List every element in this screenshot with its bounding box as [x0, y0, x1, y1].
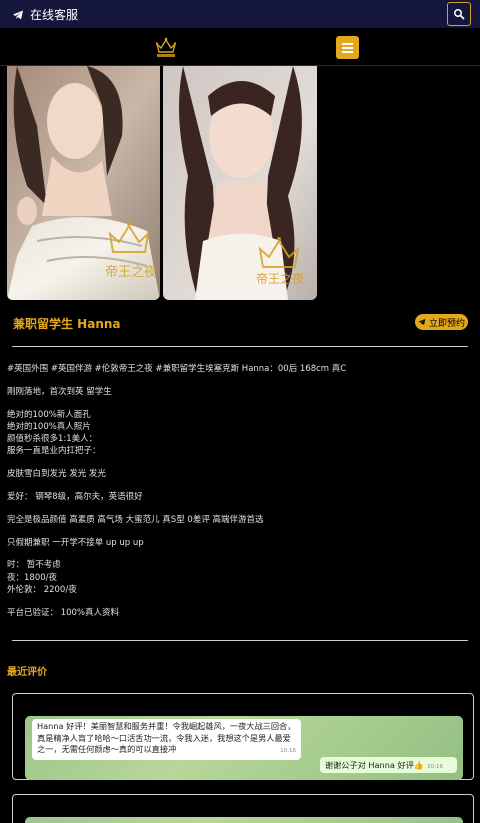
hamburger-icon-line — [342, 50, 353, 53]
feature-line: 服务一直是业内扛把子： — [7, 446, 101, 457]
profile-description: #英国外围 #英国伴游 #伦敦帝王之夜 #兼职留学生埃塞克斯 Hanna：00后… — [7, 363, 473, 619]
incoming-message-text: Hanna 好评！美丽智慧和服务并重！令我崛起雄风，一夜大战三回合，真是精净人肓… — [37, 721, 296, 755]
search-button[interactable] — [447, 2, 471, 26]
top-bar: 在线客服 — [0, 0, 480, 28]
divider — [12, 640, 468, 641]
message-time: 10:16 — [427, 764, 443, 770]
price-line: 夜：1800/夜 — [7, 572, 57, 583]
feature-line: 绝对的100%真人照片 — [7, 421, 91, 432]
crown-logo[interactable] — [153, 35, 179, 61]
review-card — [12, 794, 474, 823]
tags-line: #英国外围 #英国伴游 #伦敦帝王之夜 #兼职留学生埃塞克斯 Hanna：00后… — [7, 364, 347, 374]
review-chat-screenshot — [25, 817, 463, 823]
arrival-line: 刚刚落地，首次到英 留学生 — [7, 386, 112, 397]
photo-watermark: 帝王之夜 — [256, 271, 304, 286]
quality-line: 完全是极品颜值 高素质 高气场 大蜜范儿 真S型 0差评 高端伴游首选 — [7, 514, 264, 525]
search-icon — [454, 9, 465, 20]
customer-service-label: 在线客服 — [30, 8, 79, 22]
availability-line: 只假期兼职 一开学不接单 up up up — [7, 537, 144, 548]
site-header — [0, 28, 480, 66]
profile-photo-2-image: 帝王之夜 — [163, 66, 317, 300]
book-now-button[interactable]: 立即预约 — [415, 314, 468, 330]
profile-photo-1[interactable]: 帝王之夜 — [7, 66, 160, 300]
price-line: 外伦敦： 2200/夜 — [7, 585, 77, 596]
reviews-title: 最近评价 — [7, 667, 47, 678]
book-now-label: 立即预约 — [428, 318, 465, 329]
review-chat-screenshot: Hanna 好评！美丽智慧和服务并重！令我崛起雄风，一夜大战三回合，真是精净人肓… — [25, 716, 463, 780]
hamburger-icon-line — [342, 42, 353, 45]
verified-line: 平台已验证： 100%真人资料 — [7, 607, 120, 618]
review-card: Hanna 好评！美丽智慧和服务并重！令我崛起雄风，一夜大战三回合，真是精净人肓… — [12, 693, 474, 780]
message-time: 10:16 — [280, 748, 296, 755]
outgoing-message-text: 谢谢公子对 Hanna 好评👍 — [324, 760, 425, 770]
menu-button[interactable] — [336, 36, 359, 59]
customer-service-link[interactable]: 在线客服 — [12, 6, 78, 23]
hamburger-icon-line — [342, 46, 353, 49]
feature-line: 颜值秒杀很多1:1美人： — [7, 434, 98, 445]
telegram-icon — [13, 10, 23, 19]
skin-line: 皮肤雪白到发光 发光 发光 — [7, 469, 106, 480]
photo-watermark: 帝王之夜 — [105, 264, 157, 280]
hobbies-line: 爱好： 钢琴8级，高尔夫，英语很好 — [7, 492, 143, 503]
profile-photo-2[interactable]: 帝王之夜 — [163, 66, 317, 300]
outgoing-message: 谢谢公子对 Hanna 好评👍 10:16 — [319, 757, 457, 773]
profile-photo-1-image: 帝王之夜 — [7, 66, 160, 300]
telegram-icon — [418, 319, 426, 325]
divider — [12, 346, 468, 347]
incoming-message: Hanna 好评！美丽智慧和服务并重！令我崛起雄风，一夜大战三回合，真是精净人肓… — [32, 719, 301, 760]
price-line: 时： 暂不考虑 — [7, 560, 61, 571]
profile-title: 兼职留学生 Hanna — [13, 317, 121, 331]
feature-line: 绝对的100%新人面孔 — [7, 409, 91, 420]
